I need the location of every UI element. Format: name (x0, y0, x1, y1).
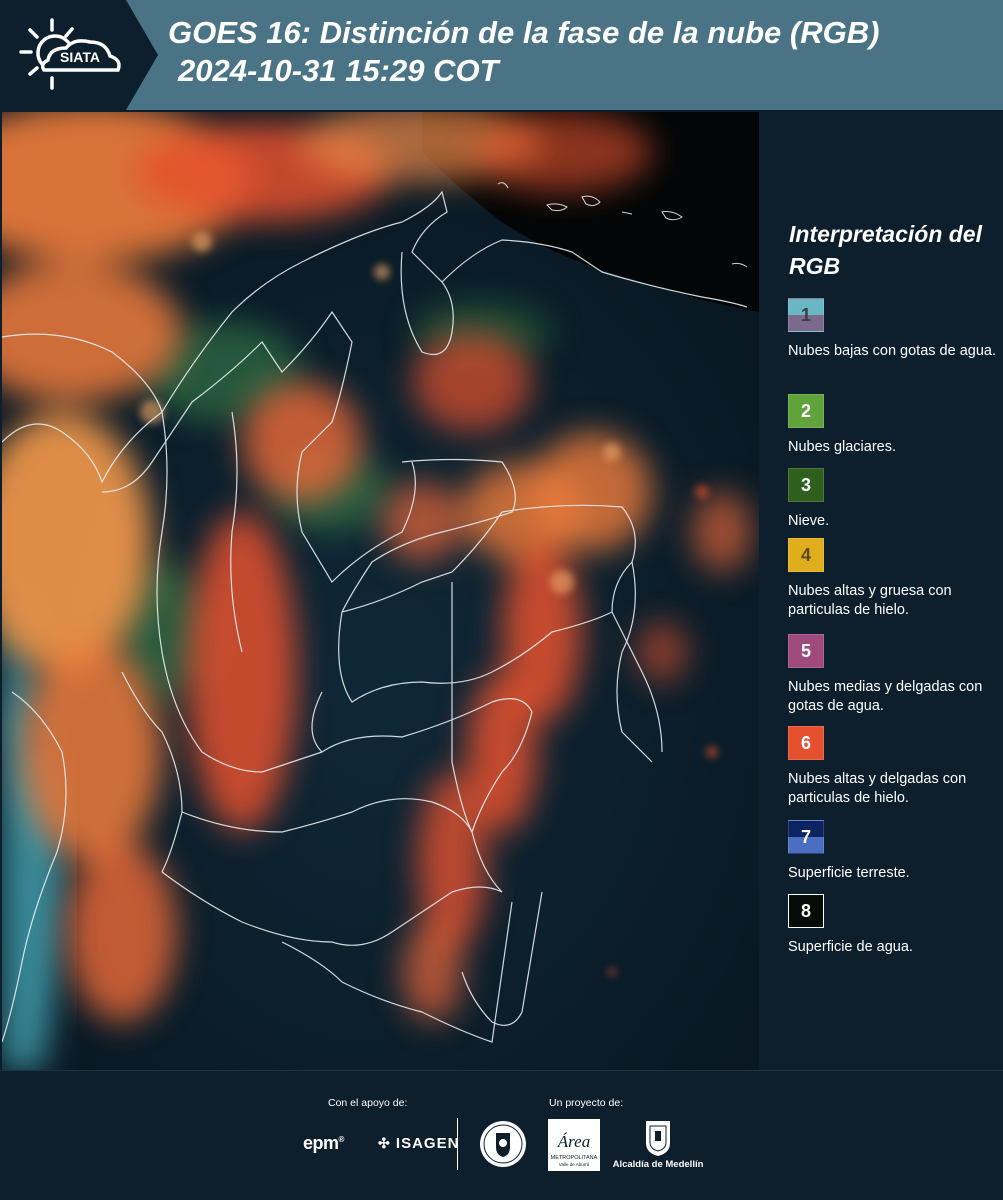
legend-panel: Interpretación del RGB 1 Nubes bajas con… (760, 112, 1003, 1070)
legend-title: Interpretación del RGB (789, 221, 982, 279)
legend-item-4: 4 Nubes altas y gruesa con particulas de… (788, 538, 1000, 620)
legend-item-6: 6 Nubes altas y delgadas con particulas … (788, 726, 1000, 808)
legend-item-7: 7 Superficie terreste. (788, 820, 1000, 883)
svg-text:Valle de Aburrá: Valle de Aburrá (559, 1162, 590, 1167)
support-label: Con el apoyo de: (328, 1097, 408, 1109)
alcaldia-logo: Alcaldía de Medellín (612, 1119, 704, 1173)
legend-swatch-7: 7 (788, 820, 824, 854)
legend-item-5: 5 Nubes medias y delgadas con gotas de a… (788, 634, 1000, 716)
isagen-logo: ✣ ISAGEN (378, 1135, 460, 1152)
title-line-2: 2024-10-31 15:29 COT (178, 53, 499, 88)
medellin-seal-icon (480, 1121, 526, 1167)
legend-label-7: Superficie terreste. (788, 865, 910, 881)
legend-swatch-2: 2 (788, 394, 824, 428)
legend-item-8: 8 Superficie de agua. (788, 894, 1000, 957)
siata-logo: SIATA (19, 18, 121, 90)
project-label: Un proyecto de: (549, 1097, 624, 1109)
legend-swatch-3: 3 (788, 468, 824, 502)
isagen-mark-icon: ✣ (378, 1135, 391, 1151)
title-line-1: GOES 16: Distinción de la fase de la nub… (168, 15, 880, 50)
legend-label-3: Nieve. (788, 513, 830, 529)
siata-logo-text: SIATA (60, 49, 100, 65)
legend-item-1: 1 Nubes bajas con gotas de agua. (788, 298, 1000, 361)
footer-divider (457, 1118, 458, 1170)
satellite-image (2, 112, 759, 1070)
legend-swatch-5: 5 (788, 634, 824, 668)
svg-text:METROPOLITANA: METROPOLITANA (551, 1155, 598, 1161)
legend-swatch-1: 1 (788, 298, 824, 332)
legend-label-4: Nubes altas y gruesa con particulas de h… (788, 583, 952, 618)
legend-item-3: 3 Nieve. (788, 468, 1000, 531)
svg-text:Área: Área (557, 1132, 590, 1151)
legend-label-1: Nubes bajas con gotas de agua. (788, 343, 996, 359)
footer: Con el apoyo de: Un proyecto de: epm® ✣ … (0, 1070, 1003, 1200)
legend-label-6: Nubes altas y delgadas con particulas de… (788, 771, 967, 806)
legend-label-5: Nubes medias y delgadas con gotas de agu… (788, 679, 983, 714)
legend-swatch-6: 6 (788, 726, 824, 760)
header: SIATA GOES 16: Distinción de la fase de … (0, 0, 1003, 110)
area-metropolitana-logo: Área METROPOLITANA Valle de Aburrá (548, 1119, 600, 1171)
legend-label-8: Superficie de agua. (788, 939, 913, 955)
alcaldia-text: Alcaldía de Medellín (612, 1159, 704, 1170)
epm-logo: epm® (303, 1133, 344, 1153)
page-title: GOES 16: Distinción de la fase de la nub… (168, 14, 879, 90)
alcaldia-shield-icon (646, 1121, 670, 1156)
legend-item-2: 2 Nubes glaciares. (788, 394, 1000, 457)
satellite-map[interactable] (2, 112, 759, 1070)
legend-swatch-8: 8 (788, 894, 824, 928)
legend-label-2: Nubes glaciares. (788, 439, 896, 455)
legend-swatch-4: 4 (788, 538, 824, 572)
